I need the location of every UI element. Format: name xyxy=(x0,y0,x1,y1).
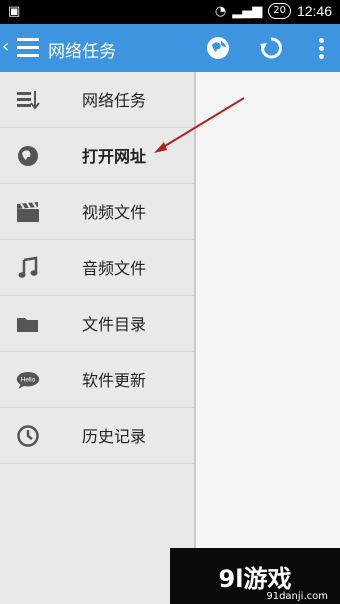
drawer-item-label: 音频文件 xyxy=(82,259,147,278)
watermark-title: 9l游戏 xyxy=(218,564,292,593)
status-bar: ▣ ◔ ▂▄▆ 20 12:46 xyxy=(0,0,340,24)
clock: 12:46 xyxy=(296,3,332,19)
drawer-item-label: 网络任务 xyxy=(82,91,147,110)
clapperboard-icon xyxy=(17,201,39,222)
watermark-subtitle: 91danji.com xyxy=(266,591,328,602)
menu-icon[interactable] xyxy=(17,38,39,58)
list-download-icon xyxy=(17,91,40,110)
drawer-item-label: 视频文件 xyxy=(82,203,147,222)
svg-text:Hello: Hello xyxy=(21,377,36,384)
signal-icon: ▂▄▆ xyxy=(232,3,263,19)
back-chevron-icon[interactable]: ‹ xyxy=(2,36,9,57)
drawer-item-file-directory[interactable]: 文件目录 xyxy=(0,296,194,352)
drawer-item-open-url[interactable]: 打开网址 xyxy=(0,128,194,184)
clock-icon xyxy=(17,425,39,447)
drawer-item-network-tasks[interactable]: 网络任务 xyxy=(0,72,194,128)
drawer-item-label: 历史记录 xyxy=(82,427,147,446)
notification-badge: 20 xyxy=(268,3,291,19)
drawer-item-audio-files[interactable]: 音频文件 xyxy=(0,240,194,296)
music-note-icon xyxy=(18,256,38,278)
main-content-area xyxy=(196,72,340,604)
image-icon: ▣ xyxy=(8,4,21,19)
folder-icon xyxy=(17,318,38,332)
drawer-item-label: 软件更新 xyxy=(82,371,147,390)
app-bar: ‹ 网络任务 xyxy=(0,24,340,72)
more-options-icon[interactable] xyxy=(312,35,330,61)
navigation-drawer: 网络任务 打开网址 视频文件 音频文件 文件目录 Hello 软件更新 历史记录 xyxy=(0,72,196,604)
drawer-item-label: 打开网址 xyxy=(82,147,147,166)
status-icons: ◔ ▂▄▆ 20 12:46 xyxy=(215,3,332,19)
hello-speech-bubble-icon: Hello xyxy=(16,372,40,389)
drawer-item-history[interactable]: 历史记录 xyxy=(0,408,194,464)
drawer-item-software-update[interactable]: Hello 软件更新 xyxy=(0,352,194,408)
app-title: 网络任务 xyxy=(48,42,116,62)
drawer-item-label: 文件目录 xyxy=(82,315,147,334)
wifi-icon: ◔ xyxy=(214,3,227,19)
globe-icon xyxy=(18,146,38,166)
drawer-item-video-files[interactable]: 视频文件 xyxy=(0,184,194,240)
refresh-icon[interactable] xyxy=(258,35,284,61)
globe-icon[interactable] xyxy=(205,35,231,61)
